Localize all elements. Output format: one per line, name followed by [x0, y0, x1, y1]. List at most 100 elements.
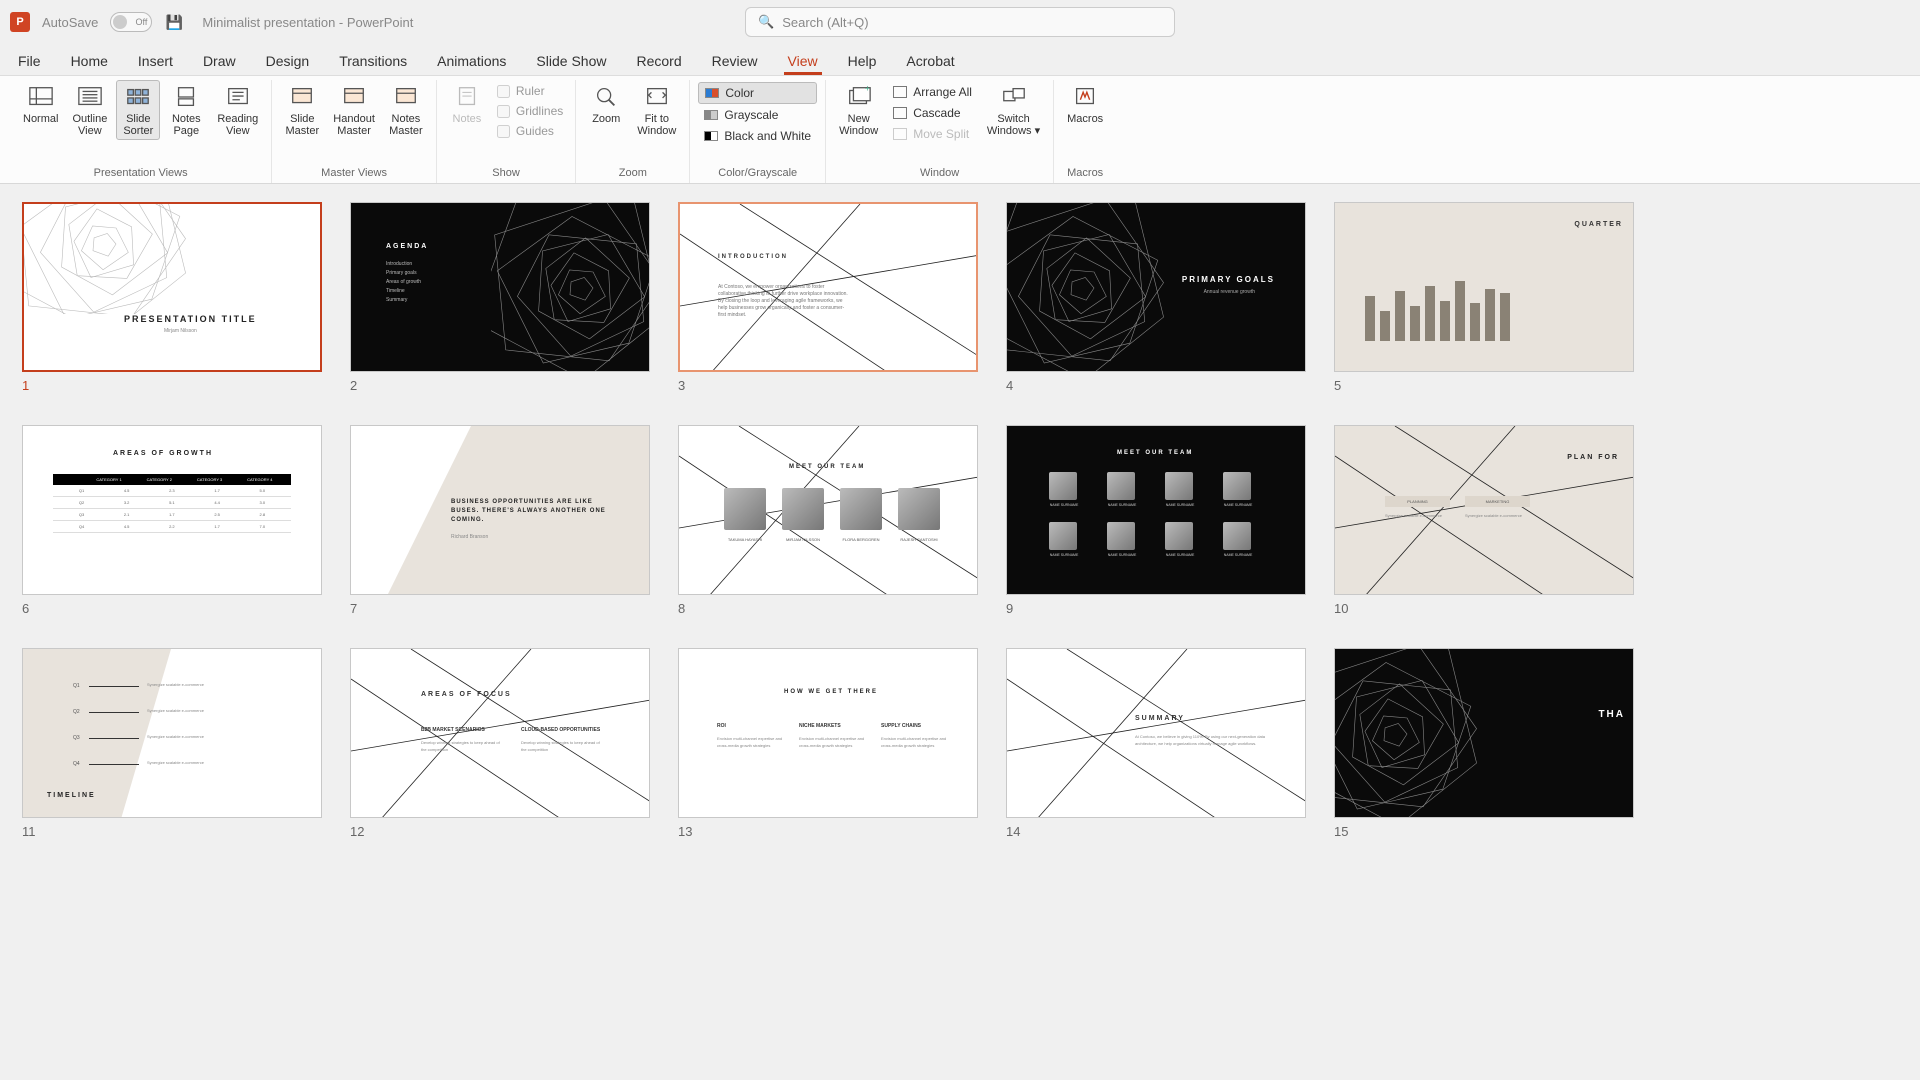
- tab-design[interactable]: Design: [262, 47, 314, 75]
- slide-number-2: 2: [350, 378, 650, 393]
- ribbon-check-ruler[interactable]: Ruler: [493, 82, 567, 100]
- ribbon-button-fit-to-window[interactable]: Fit toWindow: [632, 80, 681, 140]
- tab-file[interactable]: File: [14, 47, 45, 75]
- svg-text:+: +: [864, 84, 869, 93]
- slide-number-1: 1: [22, 378, 322, 393]
- slide-thumb-8[interactable]: MEET OUR TEAMTAKUMA HAYASHIMIRJAM NILSSO…: [678, 425, 978, 595]
- slide-cell-9[interactable]: MEET OUR TEAMNAME SURNAMENAME SURNAMENAM…: [1006, 425, 1306, 616]
- ribbon-button-switch-windows-[interactable]: SwitchWindows ▾: [982, 80, 1045, 140]
- slide-number-12: 12: [350, 824, 650, 839]
- ribbon-item-color[interactable]: Color: [698, 82, 817, 104]
- tab-review[interactable]: Review: [708, 47, 762, 75]
- save-icon[interactable]: 💾: [164, 12, 184, 32]
- ribbon-button-slide-master[interactable]: SlideMaster: [280, 80, 324, 140]
- slide-cell-11[interactable]: TIMELINEQ1Synergize scalable e-commerceQ…: [22, 648, 322, 839]
- slide-thumb-2[interactable]: AGENDAIntroductionPrimary goalsAreas of …: [350, 202, 650, 372]
- tab-draw[interactable]: Draw: [199, 47, 240, 75]
- slide-number-15: 15: [1334, 824, 1634, 839]
- tab-help[interactable]: Help: [844, 47, 881, 75]
- tab-slide-show[interactable]: Slide Show: [532, 47, 610, 75]
- ribbon: NormalOutlineViewSlideSorterNotesPageRea…: [0, 76, 1920, 184]
- ribbon-button-outline-view[interactable]: OutlineView: [67, 80, 112, 140]
- search-placeholder: Search (Alt+Q): [782, 15, 868, 30]
- slide-cell-1[interactable]: PRESENTATION TITLEMirjam Nilsson 1: [22, 202, 322, 393]
- slide-sorter[interactable]: PRESENTATION TITLEMirjam Nilsson 1 AGENDAI…: [0, 184, 1920, 857]
- autosave-toggle[interactable]: Off: [110, 12, 152, 32]
- ribbon-group-macros: MacrosMacros: [1054, 80, 1116, 183]
- ribbon-item-black-and-white[interactable]: Black and White: [698, 126, 817, 146]
- slide-number-4: 4: [1006, 378, 1306, 393]
- slide-thumb-3[interactable]: INTRODUCTIONAt Contoso, we empower organ…: [678, 202, 978, 372]
- slide-cell-4[interactable]: PRIMARY GOALSAnnual revenue growth 4: [1006, 202, 1306, 393]
- slide-thumb-14[interactable]: SUMMARYAt Contoso, we believe in giving …: [1006, 648, 1306, 818]
- slide-cell-3[interactable]: INTRODUCTIONAt Contoso, we empower organ…: [678, 202, 978, 393]
- slide-thumb-11[interactable]: TIMELINEQ1Synergize scalable e-commerceQ…: [22, 648, 322, 818]
- ribbon-check-gridlines[interactable]: Gridlines: [493, 102, 567, 120]
- slide-thumb-13[interactable]: HOW WE GET THEREROIEnvision multi-channe…: [678, 648, 978, 818]
- autosave-label: AutoSave: [42, 15, 98, 30]
- ribbon-item-grayscale[interactable]: Grayscale: [698, 105, 817, 125]
- slide-thumb-5[interactable]: QUARTER: [1334, 202, 1634, 372]
- slide-number-9: 9: [1006, 601, 1306, 616]
- ribbon-button-new-window[interactable]: +NewWindow: [834, 80, 883, 140]
- ribbon-tabs: File Home Insert Draw Design Transitions Anima…: [0, 44, 1920, 76]
- tab-transitions[interactable]: Transitions: [335, 47, 411, 75]
- ribbon-button-macros[interactable]: Macros: [1062, 80, 1108, 128]
- ribbon-button-slide-sorter[interactable]: SlideSorter: [116, 80, 160, 140]
- slide-thumb-15[interactable]: THA: [1334, 648, 1634, 818]
- ribbon-button-normal[interactable]: Normal: [18, 80, 63, 128]
- tab-acrobat[interactable]: Acrobat: [902, 47, 958, 75]
- ribbon-item-cascade[interactable]: Cascade: [887, 103, 978, 123]
- ribbon-group-window: +NewWindowArrange AllCascadeMove SplitSw…: [826, 80, 1054, 183]
- slide-cell-12[interactable]: AREAS OF FOCUSB2B MARKET SCENARIOSDevelo…: [350, 648, 650, 839]
- slide-cell-14[interactable]: SUMMARYAt Contoso, we believe in giving …: [1006, 648, 1306, 839]
- slide-number-7: 7: [350, 601, 650, 616]
- slide-cell-6[interactable]: AREAS OF GROWTHCATEGORY 1CATEGORY 2CATEG…: [22, 425, 322, 616]
- slide-cell-2[interactable]: AGENDAIntroductionPrimary goalsAreas of …: [350, 202, 650, 393]
- slide-thumb-12[interactable]: AREAS OF FOCUSB2B MARKET SCENARIOSDevelo…: [350, 648, 650, 818]
- tab-animations[interactable]: Animations: [433, 47, 510, 75]
- slide-number-10: 10: [1334, 601, 1634, 616]
- ribbon-item-arrange-all[interactable]: Arrange All: [887, 82, 978, 102]
- slide-number-14: 14: [1006, 824, 1306, 839]
- slide-number-3: 3: [678, 378, 978, 393]
- ribbon-group-zoom: ZoomFit toWindowZoom: [576, 80, 690, 183]
- ribbon-group-master-views: SlideMasterHandoutMasterNotesMasterMaste…: [272, 80, 437, 183]
- slide-thumb-1[interactable]: PRESENTATION TITLEMirjam Nilsson: [22, 202, 322, 372]
- slide-number-13: 13: [678, 824, 978, 839]
- slide-number-5: 5: [1334, 378, 1634, 393]
- ribbon-check-guides[interactable]: Guides: [493, 122, 567, 140]
- ribbon-button-handout-master[interactable]: HandoutMaster: [328, 80, 380, 140]
- slide-thumb-7[interactable]: BUSINESS OPPORTUNITIES ARE LIKE BUSES. T…: [350, 425, 650, 595]
- ribbon-button-zoom[interactable]: Zoom: [584, 80, 628, 128]
- slide-number-11: 11: [22, 824, 322, 839]
- ribbon-group-color-grayscale: ColorGrayscaleBlack and WhiteColor/Grays…: [690, 80, 826, 183]
- slide-number-6: 6: [22, 601, 322, 616]
- slide-cell-13[interactable]: HOW WE GET THEREROIEnvision multi-channe…: [678, 648, 978, 839]
- ribbon-button-notes: Notes: [445, 80, 489, 128]
- slide-cell-7[interactable]: BUSINESS OPPORTUNITIES ARE LIKE BUSES. T…: [350, 425, 650, 616]
- powerpoint-app-icon: P: [10, 12, 30, 32]
- slide-thumb-6[interactable]: AREAS OF GROWTHCATEGORY 1CATEGORY 2CATEG…: [22, 425, 322, 595]
- tab-record[interactable]: Record: [632, 47, 685, 75]
- ribbon-item-move-split: Move Split: [887, 124, 978, 144]
- slide-cell-8[interactable]: MEET OUR TEAMTAKUMA HAYASHIMIRJAM NILSSO…: [678, 425, 978, 616]
- ribbon-button-reading-view[interactable]: ReadingView: [212, 80, 263, 140]
- slide-cell-10[interactable]: PLAN FORPLANNINGSynergize scalable e-com…: [1334, 425, 1634, 616]
- slide-thumb-10[interactable]: PLAN FORPLANNINGSynergize scalable e-com…: [1334, 425, 1634, 595]
- tab-insert[interactable]: Insert: [134, 47, 177, 75]
- ribbon-button-notes-page[interactable]: NotesPage: [164, 80, 208, 140]
- slide-thumb-4[interactable]: PRIMARY GOALSAnnual revenue growth: [1006, 202, 1306, 372]
- search-icon: 🔍: [758, 14, 774, 30]
- slide-cell-5[interactable]: QUARTER 5: [1334, 202, 1634, 393]
- search-input[interactable]: 🔍 Search (Alt+Q): [745, 7, 1175, 37]
- slide-number-8: 8: [678, 601, 978, 616]
- ribbon-group-show: Notes Ruler Gridlines GuidesShow: [437, 80, 576, 183]
- title-bar: P AutoSave Off 💾 Minimalist presentation…: [0, 0, 1920, 44]
- ribbon-button-notes-master[interactable]: NotesMaster: [384, 80, 428, 140]
- tab-home[interactable]: Home: [67, 47, 112, 75]
- slide-thumb-9[interactable]: MEET OUR TEAMNAME SURNAMENAME SURNAMENAM…: [1006, 425, 1306, 595]
- document-title: Minimalist presentation - PowerPoint: [202, 15, 413, 30]
- slide-cell-15[interactable]: THA 15: [1334, 648, 1634, 839]
- tab-view[interactable]: View: [784, 47, 822, 75]
